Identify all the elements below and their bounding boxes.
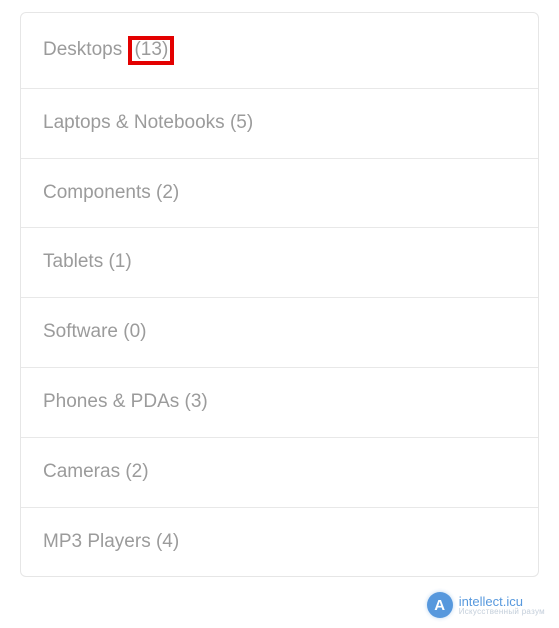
category-item-laptops[interactable]: Laptops & Notebooks (5) xyxy=(21,89,538,159)
category-label: Tablets xyxy=(43,251,103,272)
category-label: Cameras xyxy=(43,461,120,482)
category-item-software[interactable]: Software (0) xyxy=(21,298,538,368)
category-item-cameras[interactable]: Cameras (2) xyxy=(21,438,538,508)
watermark: A intellect.icu Искусственный разум xyxy=(427,592,545,618)
category-item-desktops[interactable]: Desktops (13) xyxy=(21,13,538,89)
category-item-phones[interactable]: Phones & PDAs (3) xyxy=(21,368,538,438)
category-label: Laptops & Notebooks xyxy=(43,112,225,133)
category-label: Phones & PDAs xyxy=(43,391,179,412)
category-list: Desktops (13) Laptops & Notebooks (5) Co… xyxy=(20,12,539,577)
watermark-icon-letter: A xyxy=(434,597,445,614)
category-count: (3) xyxy=(185,391,208,412)
category-count: (0) xyxy=(123,321,146,342)
category-item-tablets[interactable]: Tablets (1) xyxy=(21,228,538,298)
category-count: (2) xyxy=(125,461,148,482)
category-label: Desktops xyxy=(43,39,122,60)
category-count: (2) xyxy=(156,182,179,203)
category-count-highlight: (13) xyxy=(128,36,174,65)
category-count: (4) xyxy=(156,531,179,552)
category-label: MP3 Players xyxy=(43,531,151,552)
watermark-title: intellect.icu xyxy=(459,595,545,608)
category-count: (5) xyxy=(230,112,253,133)
watermark-subtitle: Искусственный разум xyxy=(459,608,545,616)
watermark-logo-icon: A xyxy=(427,592,453,618)
category-count: (1) xyxy=(108,251,131,272)
watermark-text: intellect.icu Искусственный разум xyxy=(459,595,545,616)
category-label: Components xyxy=(43,182,151,203)
category-label: Software xyxy=(43,321,118,342)
category-item-mp3[interactable]: MP3 Players (4) xyxy=(21,508,538,577)
category-item-components[interactable]: Components (2) xyxy=(21,159,538,229)
